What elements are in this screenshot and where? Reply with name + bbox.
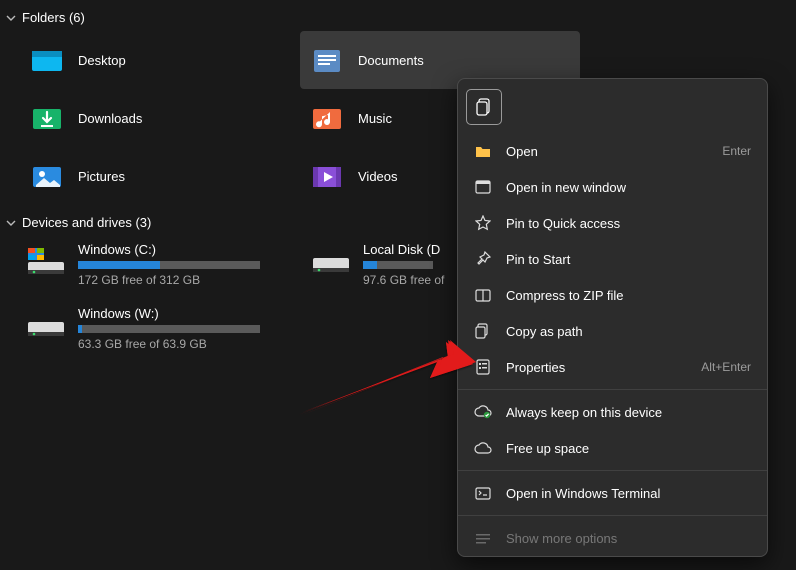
documents-icon [310, 43, 344, 77]
copy-icon [476, 98, 492, 116]
drive-capacity-bar [78, 325, 260, 333]
drive-w[interactable]: Windows (W:) 63.3 GB free of 63.9 GB [20, 300, 305, 364]
folder-label: Desktop [78, 53, 126, 68]
music-icon [310, 101, 344, 135]
ctx-pin-quick[interactable]: Pin to Quick access [458, 205, 767, 241]
videos-icon [310, 159, 344, 193]
drive-free-text: 63.3 GB free of 63.9 GB [78, 337, 299, 351]
ctx-open-terminal[interactable]: Open in Windows Terminal [458, 475, 767, 511]
cloud-icon [474, 439, 492, 457]
context-menu-separator [458, 515, 767, 516]
section-title: Devices and drives (3) [22, 215, 151, 230]
ctx-label: Open [506, 144, 708, 159]
drive-free-text: 172 GB free of 312 GB [78, 273, 299, 287]
context-menu-separator [458, 470, 767, 471]
folder-pictures[interactable]: Pictures [20, 147, 300, 205]
ctx-properties[interactable]: Properties Alt+Enter [458, 349, 767, 385]
more-icon [474, 529, 492, 547]
ctx-label: Free up space [506, 441, 751, 456]
ctx-accelerator: Alt+Enter [701, 360, 751, 374]
folder-downloads[interactable]: Downloads [20, 89, 300, 147]
pictures-icon [30, 159, 64, 193]
drive-capacity-bar [363, 261, 433, 269]
folder-open-icon [474, 142, 492, 160]
ctx-compress-zip[interactable]: Compress to ZIP file [458, 277, 767, 313]
drive-capacity-bar [78, 261, 260, 269]
folder-label: Pictures [78, 169, 125, 184]
chevron-down-icon [6, 13, 16, 23]
cloud-check-icon [474, 403, 492, 421]
ctx-label: Pin to Quick access [506, 216, 751, 231]
drive-name: Windows (W:) [78, 306, 299, 321]
ctx-label: Compress to ZIP file [506, 288, 751, 303]
ctx-accelerator: Enter [722, 144, 751, 158]
os-drive-icon [26, 246, 66, 278]
drive-name: Windows (C:) [78, 242, 299, 257]
ctx-label: Open in Windows Terminal [506, 486, 751, 501]
ctx-label: Always keep on this device [506, 405, 751, 420]
downloads-icon [30, 101, 64, 135]
section-header-folders[interactable]: Folders (6) [0, 0, 796, 31]
drive-c[interactable]: Windows (C:) 172 GB free of 312 GB [20, 236, 305, 300]
properties-icon [474, 358, 492, 376]
folder-desktop[interactable]: Desktop [20, 31, 300, 89]
drive-icon [311, 246, 351, 278]
pin-icon [474, 250, 492, 268]
folder-label: Videos [358, 169, 398, 184]
ctx-open-new-window[interactable]: Open in new window [458, 169, 767, 205]
chevron-down-icon [6, 218, 16, 228]
ctx-label: Copy as path [506, 324, 751, 339]
ctx-label: Pin to Start [506, 252, 751, 267]
copy-button[interactable] [466, 89, 502, 125]
ctx-open[interactable]: Open Enter [458, 133, 767, 169]
ctx-label: Open in new window [506, 180, 751, 195]
new-window-icon [474, 178, 492, 196]
ctx-label: Properties [506, 360, 687, 375]
drive-icon [26, 310, 66, 342]
section-title: Folders (6) [22, 10, 85, 25]
ctx-show-more[interactable]: Show more options [458, 520, 767, 556]
desktop-icon [30, 43, 64, 77]
ctx-copy-path[interactable]: Copy as path [458, 313, 767, 349]
terminal-icon [474, 484, 492, 502]
folder-label: Documents [358, 53, 424, 68]
ctx-pin-start[interactable]: Pin to Start [458, 241, 767, 277]
copy-path-icon [474, 322, 492, 340]
context-menu: Open Enter Open in new window Pin to Qui… [457, 78, 768, 557]
folder-label: Music [358, 111, 392, 126]
folder-label: Downloads [78, 111, 142, 126]
context-menu-separator [458, 389, 767, 390]
ctx-always-keep[interactable]: Always keep on this device [458, 394, 767, 430]
zip-icon [474, 286, 492, 304]
star-icon [474, 214, 492, 232]
ctx-free-up-space[interactable]: Free up space [458, 430, 767, 466]
ctx-label: Show more options [506, 531, 751, 546]
